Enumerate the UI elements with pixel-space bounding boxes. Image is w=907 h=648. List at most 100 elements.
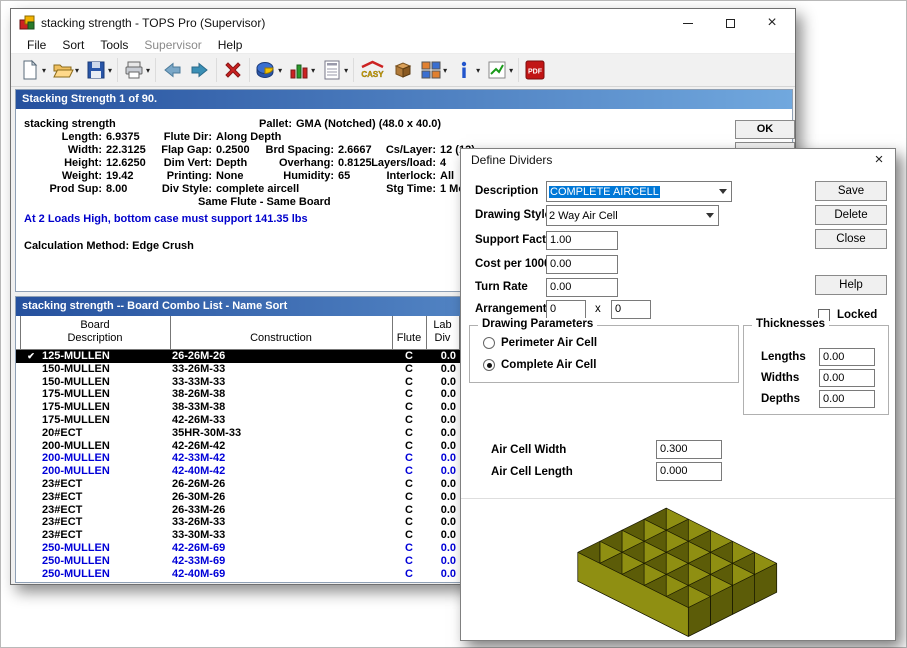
complete-air-cell-radio[interactable] [483,359,495,371]
board-description-cell: 150-MULLEN [42,376,110,389]
column-header-board[interactable]: Board [20,319,170,331]
menu-sort[interactable]: Sort [54,38,92,52]
package-button[interactable] [389,56,417,84]
complete-air-cell-label[interactable]: Complete Air Cell [501,359,596,371]
divider-3d-preview [571,503,792,639]
board-row[interactable]: 20#ECT35HR-30M-33C0.0 [16,427,462,440]
open-button[interactable]: ▾ [49,56,82,84]
board-row[interactable]: 23#ECT26-30M-26C0.0 [16,491,462,504]
column-header-div[interactable]: Div [426,332,459,344]
help-button[interactable]: Help [815,275,887,295]
board-row[interactable]: 175-MULLEN38-26M-38C0.0 [16,388,462,401]
depths-input[interactable]: 0.00 [819,390,875,408]
maximize-button[interactable] [709,9,751,37]
new-document-icon [19,59,41,81]
info-button[interactable]: ▾ [450,56,483,84]
turn-rate-input[interactable]: 0.00 [546,278,618,297]
minimize-button[interactable] [667,9,709,37]
delete-button[interactable]: Delete [815,205,887,225]
lab-div-cell: 0.0 [426,376,456,389]
board-row[interactable]: 150-MULLEN 33-33M-33 C0.0 [16,376,462,389]
board-description-cell: 175-MULLEN [42,388,110,401]
arrangement-x-input[interactable]: 0 [546,300,586,319]
column-header-construction[interactable]: Construction [170,332,392,344]
column-header-description[interactable]: Description [20,332,170,344]
menu-tools[interactable]: Tools [92,38,136,52]
board-row[interactable]: 23#ECT33-30M-33C0.0 [16,529,462,542]
air-cell-length-label: Air Cell Length [491,466,573,478]
board-row[interactable]: 250-MULLEN42-33M-69C0.0 [16,555,462,568]
dialog-close-button[interactable]: × [863,149,895,171]
chevron-down-icon[interactable] [702,213,718,218]
board-row[interactable]: 23#ECT33-26M-33C0.0 [16,516,462,529]
column-header-flute[interactable]: Flute [392,332,426,344]
ok-button[interactable]: OK [735,120,795,139]
board-row[interactable]: 200-MULLEN42-26M-42C0.0 [16,440,462,453]
pallet-pattern-button[interactable]: ▾ [417,56,450,84]
construction-cell: 42-40M-69 [172,568,225,581]
close-button[interactable]: Close [815,229,887,249]
print-button[interactable]: ▾ [120,56,153,84]
forward-button[interactable] [186,56,214,84]
lengths-input[interactable]: 0.00 [819,348,875,366]
board-row[interactable]: 23#ECT26-33M-26C0.0 [16,504,462,517]
app-icon [19,15,35,31]
lab-div-cell: 0.0 [426,516,456,529]
stacking-strength-panel-header: Stacking Strength 1 of 90. [16,90,792,109]
pie-chart-button[interactable]: ▾ [252,56,285,84]
board-row[interactable]: 23#ECT26-26M-26C0.0 [16,478,462,491]
cost-per-1000-input[interactable]: 0.00 [546,255,618,274]
new-button[interactable]: ▾ [16,56,49,84]
menu-help[interactable]: Help [210,38,251,52]
board-description-cell: 150-MULLEN [42,363,110,376]
flute-cell: C [392,555,426,568]
forward-arrow-icon [189,59,211,81]
air-cell-width-input[interactable]: 0.300 [656,440,722,459]
construction-cell: 33-26M-33 [172,516,225,529]
description-combobox[interactable]: COMPLETE AIRCELL [546,181,732,202]
support-factor-input[interactable]: 1.00 [546,231,618,250]
open-folder-icon [52,59,74,81]
delete-button[interactable] [219,56,247,84]
widths-input[interactable]: 0.00 [819,369,875,387]
chevron-down-icon[interactable] [715,189,731,194]
menu-file[interactable]: File [19,38,54,52]
close-button[interactable]: × [751,9,793,37]
save-button[interactable]: ▾ [82,56,115,84]
construction-cell: 26-26M-26 [172,478,225,491]
pdf-button[interactable]: PDF [521,56,549,84]
lab-div-cell: 0.0 [426,414,456,427]
board-row[interactable]: ✔125-MULLEN26-26M-26C0.0 [16,350,462,363]
menu-supervisor[interactable]: Supervisor [136,38,209,52]
column-header-lab[interactable]: Lab [426,319,459,331]
bar-chart-button[interactable]: ▾ [285,56,318,84]
lab-div-cell: 0.0 [426,363,456,376]
board-row[interactable]: 250-MULLEN42-40M-69C0.0 [16,568,462,581]
report-button[interactable]: ▾ [318,56,351,84]
define-dividers-dialog: Define Dividers × Description COMPLETE A… [460,148,896,641]
board-row[interactable]: 200-MULLEN42-40M-42C0.0 [16,465,462,478]
perimeter-air-cell-radio[interactable] [483,337,495,349]
air-cell-length-input[interactable]: 0.000 [656,462,722,481]
flute-cell: C [392,465,426,478]
arrangement-y-input[interactable]: 0 [611,300,651,319]
save-button[interactable]: Save [815,181,887,201]
board-row[interactable]: 175-MULLEN38-33M-38C0.0 [16,401,462,414]
construction-cell: 33-33M-33 [172,376,225,389]
export-graph-button[interactable]: ▾ [483,56,516,84]
field-value: Along Depth [216,131,281,143]
board-row[interactable]: 250-MULLEN42-26M-69C0.0 [16,542,462,555]
board-row[interactable]: 150-MULLEN33-26M-33C0.0 [16,363,462,376]
perimeter-air-cell-label[interactable]: Perimeter Air Cell [501,337,597,349]
construction-cell: 33-26M-33 [172,363,225,376]
board-row[interactable]: 200-MULLEN42-33M-42C0.0 [16,452,462,465]
dialog-separator [461,498,895,499]
flute-cell: C [392,376,426,389]
back-button[interactable] [158,56,186,84]
flute-cell: C [392,478,426,491]
board-row[interactable]: 175-MULLEN42-26M-33C0.0 [16,414,462,427]
casy-button[interactable]: CASY [356,56,389,84]
board-description-cell: 175-MULLEN [42,414,110,427]
dropdown-arrow-icon: ▾ [311,66,315,75]
drawing-style-combobox[interactable]: 2 Way Air Cell [546,205,719,226]
